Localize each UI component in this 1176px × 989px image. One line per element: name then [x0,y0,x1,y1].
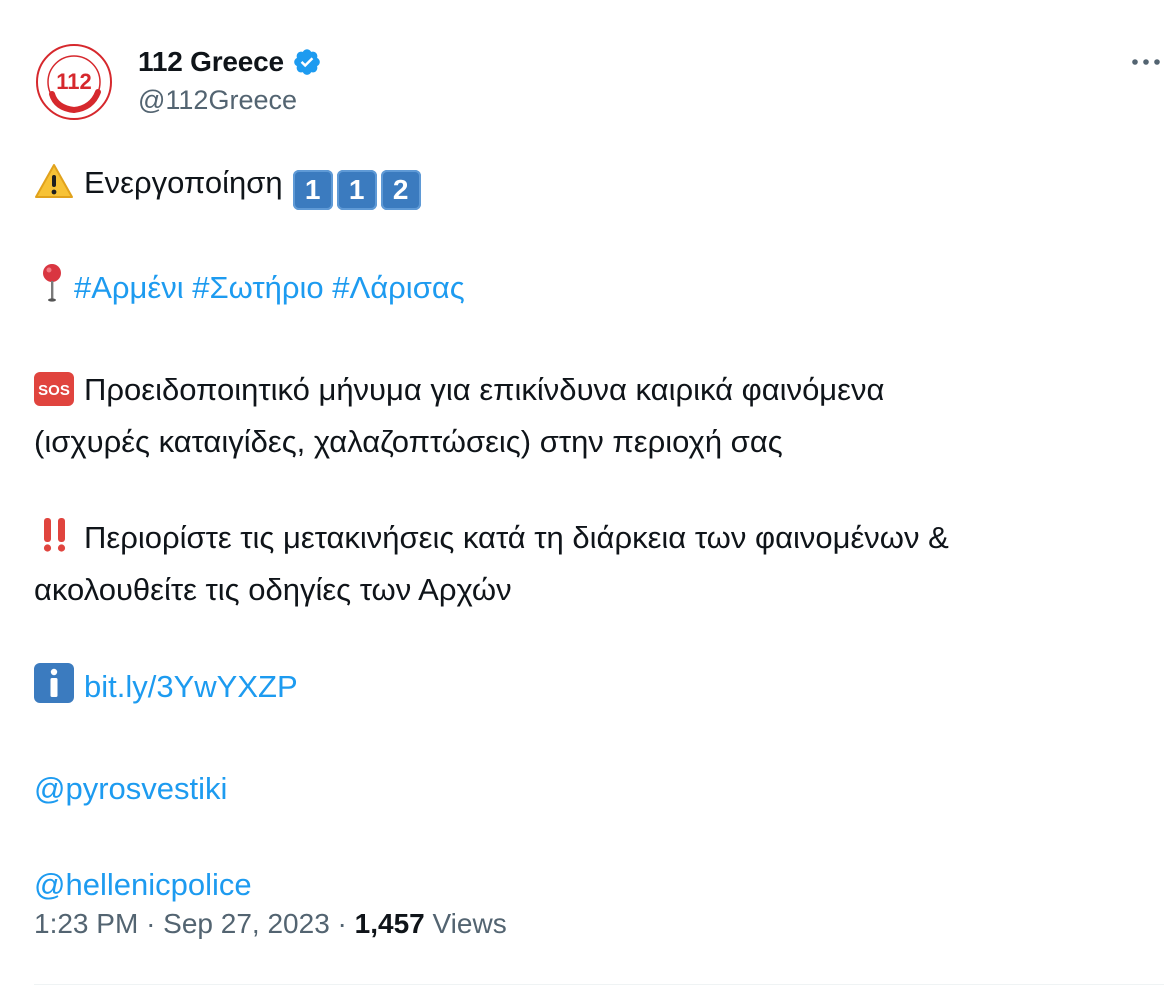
tweet-meta: 1:23 PM · Sep 27, 2023 · 1,457 Views [34,908,507,940]
warning-message: SOS Προειδοποιητικό μήνυμα για επικίνδυν… [34,367,1134,465]
author-info: 112 Greece @112Greece [138,42,322,118]
tweet-date[interactable]: Sep 27, 2023 [163,908,330,939]
activation-line: Ενεργοποίηση 1 1 2 [34,160,1134,212]
display-name-row: 112 Greece [138,42,322,82]
svg-text:SOS: SOS [38,382,70,399]
mention-link[interactable]: @hellenicpolice [34,867,252,902]
warning-text-line-1: Προειδοποιητικό μήνυμα για επικίνδυνα κα… [84,372,885,407]
verified-badge-icon[interactable] [292,47,322,77]
tweet-time[interactable]: 1:23 PM [34,908,138,939]
display-name[interactable]: 112 Greece [138,46,284,78]
meta-separator: · [337,908,347,939]
advice-text-line-2: ακολουθείτε τις οδηγίες των Αρχών [34,572,512,607]
warning-icon [34,163,74,212]
hashtag-link[interactable]: #Αρμένι [74,270,184,305]
more-button[interactable] [1128,44,1164,80]
activation-text: Ενεργοποίηση [84,165,283,200]
information-icon [34,663,74,716]
info-line: bit.ly/3YwYXZP [34,663,1134,716]
warning-text-line-2: (ισχυρές καταιγίδες, χαλαζοπτώσεις) στην… [34,424,783,459]
mention-link[interactable]: @pyrosvestiki [34,771,227,806]
double-exclamation-icon [34,516,74,567]
hashtag-link[interactable]: #Λάρισας [332,270,464,305]
views-label: Views [432,908,507,939]
avatar[interactable]: 112 [34,42,114,122]
meta-separator: · [146,908,156,939]
round-pushpin-icon [34,262,70,317]
keycap-digit: 1 [292,170,333,210]
views-count: 1,457 [354,908,425,939]
short-url-link[interactable]: bit.ly/3YwYXZP [84,669,298,704]
keycap-digit: 1 [336,170,377,210]
tweet-text: Ενεργοποίηση 1 1 2 #Αρμένι #Σωτήριο #Λάρισα… [34,160,1134,908]
sos-icon: SOS [34,372,74,419]
author-handle[interactable]: @112Greece [138,82,322,118]
advice-message: Περιορίστε τις μετακινήσεις κατά τη διάρ… [34,515,1134,613]
keycap-112: 112 [292,160,425,210]
divider [34,984,1164,985]
more-horizontal-icon [1132,59,1160,65]
mention-line-1: @pyrosvestiki [34,766,1134,812]
mention-line-2: @hellenicpolice [34,862,1134,908]
avatar-112-logo: 112 [34,42,114,122]
hashtag-link[interactable]: #Σωτήριο [192,270,323,305]
location-line: #Αρμένι #Σωτήριο #Λάρισας [34,262,1134,317]
keycap-digit: 2 [380,170,421,210]
advice-text-line-1: Περιορίστε τις μετακινήσεις κατά τη διάρ… [84,520,949,555]
avatar-text: 112 [56,69,92,94]
